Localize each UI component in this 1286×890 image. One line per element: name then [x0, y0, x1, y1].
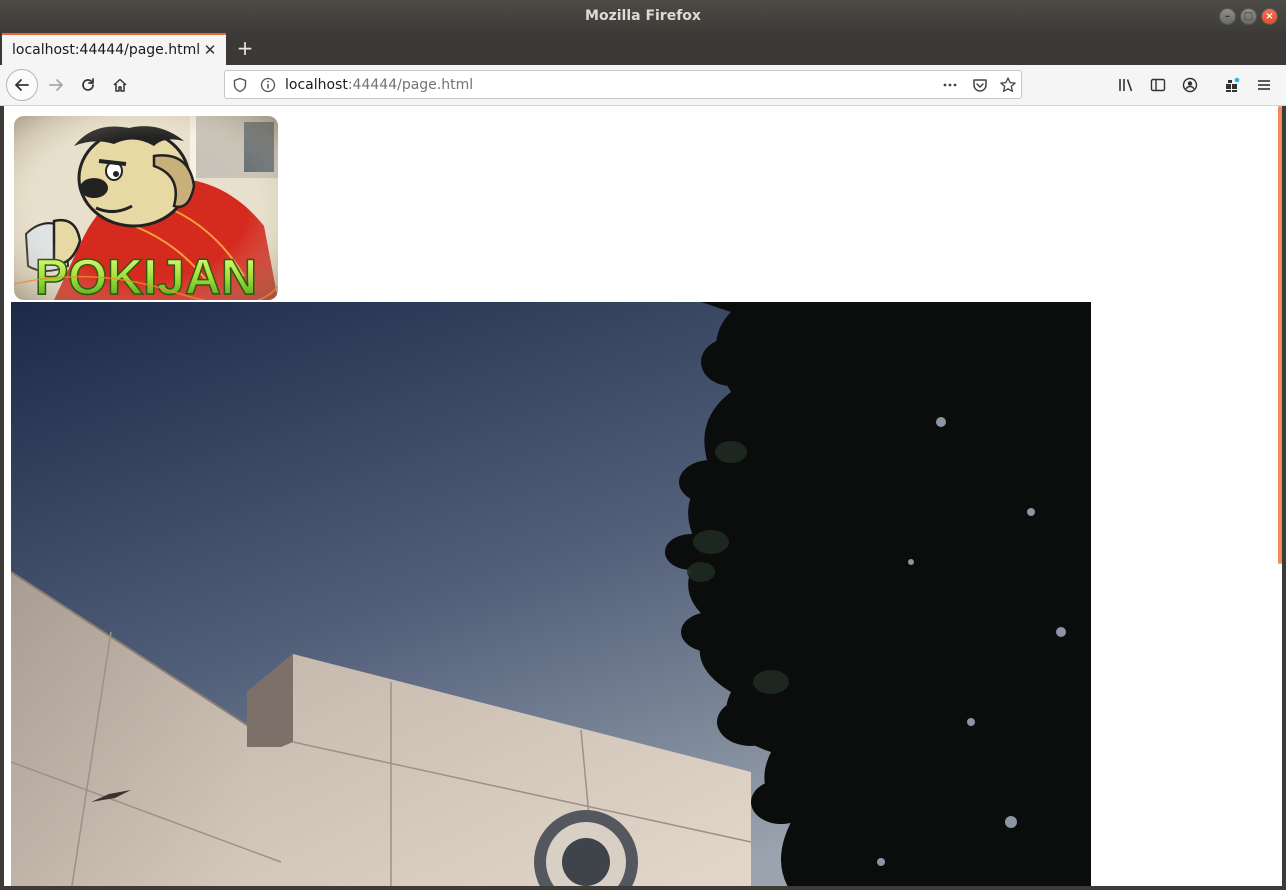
home-icon — [113, 78, 127, 92]
logo-text: POKIJAN — [35, 249, 257, 300]
tab-title: localhost:44444/page.html — [12, 42, 201, 58]
url-bar[interactable]: localhost:44444/page.html — [224, 70, 1022, 99]
tab-page-html[interactable]: localhost:44444/page.html ✕ — [2, 33, 226, 65]
window-bottom-border — [0, 886, 1286, 890]
sidebar-icon — [1150, 78, 1166, 92]
url-path: :44444/page.html — [347, 77, 474, 93]
library-button[interactable] — [1112, 69, 1140, 101]
pocket-icon[interactable] — [971, 76, 989, 94]
reload-icon — [82, 78, 94, 91]
url-text[interactable]: localhost:44444/page.html — [285, 77, 473, 93]
scrollbar-thumb[interactable] — [1278, 106, 1282, 564]
reload-button[interactable] — [72, 69, 104, 101]
library-icon — [1119, 79, 1133, 92]
account-button[interactable] — [1176, 69, 1204, 101]
extensions-button[interactable] — [1218, 69, 1246, 101]
forward-button[interactable] — [40, 69, 72, 101]
minimize-button[interactable]: – — [1219, 8, 1236, 25]
url-host: localhost — [285, 77, 348, 93]
hamburger-menu-icon — [1258, 80, 1270, 90]
arrow-right-icon — [49, 79, 63, 91]
home-button[interactable] — [104, 69, 136, 101]
building-and-tree-photo — [11, 302, 1091, 886]
info-icon[interactable] — [259, 76, 277, 94]
new-tab-button[interactable]: + — [234, 37, 256, 59]
account-icon — [1182, 77, 1198, 93]
tab-close-icon[interactable]: ✕ — [200, 41, 220, 59]
menu-button[interactable] — [1250, 69, 1278, 101]
pokijan-logo-image: POKIJAN — [14, 116, 278, 300]
cartoon-dog-illustration: POKIJAN — [14, 116, 278, 300]
shield-icon[interactable] — [231, 76, 249, 94]
star-icon[interactable] — [999, 76, 1017, 94]
page-content: POKIJAN — [4, 106, 1282, 886]
close-window-button[interactable]: × — [1261, 8, 1278, 25]
arrow-left-icon — [15, 79, 29, 91]
window-controls: – □ × — [1219, 8, 1278, 25]
tab-strip: localhost:44444/page.html ✕ + — [0, 33, 1286, 65]
sidebar-button[interactable] — [1144, 69, 1172, 101]
navigation-toolbar: localhost:44444/page.html — [0, 65, 1286, 106]
maximize-button[interactable]: □ — [1240, 8, 1257, 25]
window-title: Mozilla Firefox — [585, 8, 701, 24]
ellipsis-icon[interactable] — [941, 76, 959, 94]
window-titlebar: Mozilla Firefox – □ × — [0, 0, 1286, 34]
building-photo-image — [11, 302, 1091, 886]
scrollbar[interactable] — [1274, 106, 1282, 886]
extensions-icon — [1226, 77, 1240, 92]
back-button[interactable] — [6, 69, 38, 101]
